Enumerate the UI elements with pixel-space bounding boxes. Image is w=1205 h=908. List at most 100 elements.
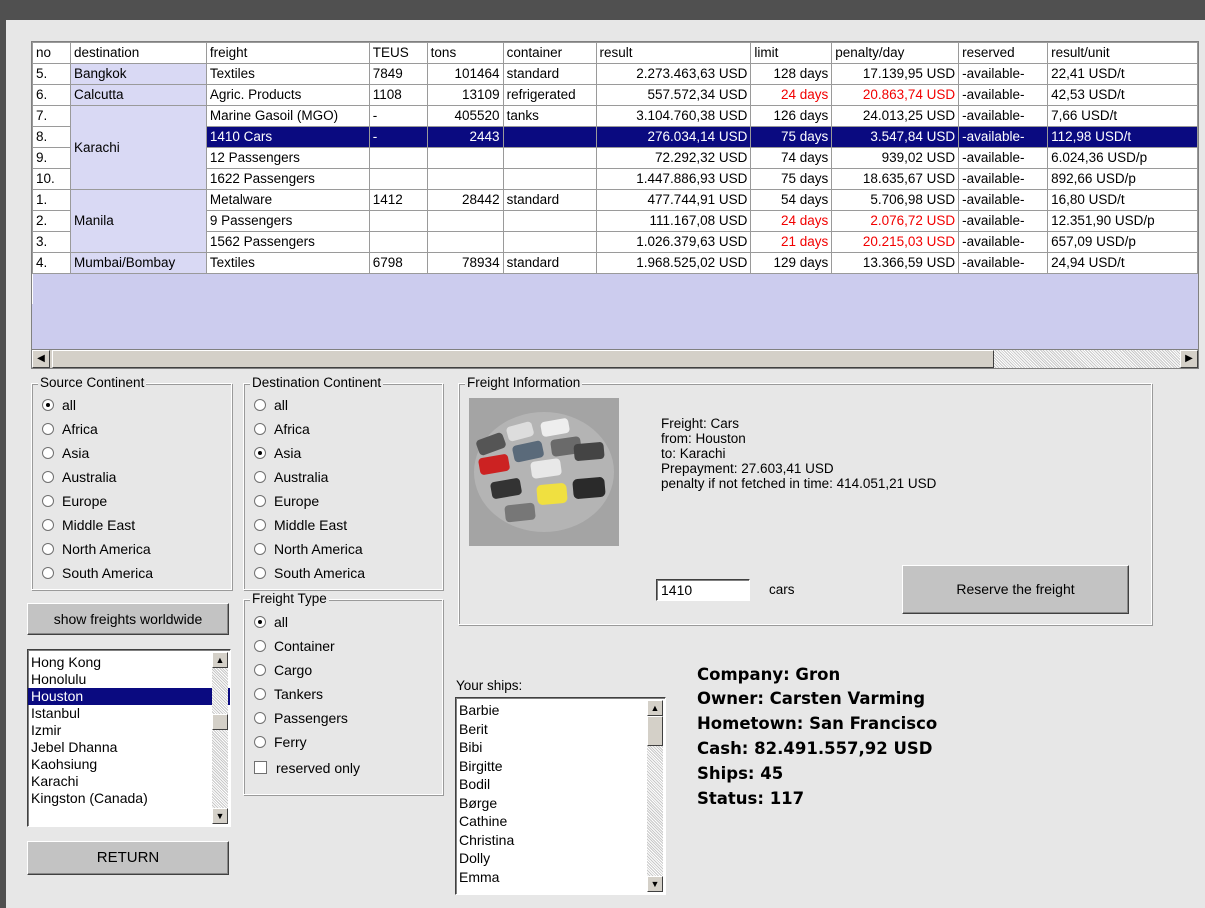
radio-button-icon[interactable] xyxy=(42,567,54,579)
radio-button-icon[interactable] xyxy=(42,447,54,459)
radio-button-icon[interactable] xyxy=(42,519,54,531)
table-row[interactable]: 6. Calcutta Agric. Products 1108 13109 refrig… xyxy=(32,84,1198,106)
source-continent-option-south-america[interactable]: South America xyxy=(42,563,153,583)
scroll-thumb[interactable] xyxy=(52,350,994,368)
column-header[interactable]: result/unit xyxy=(1047,42,1198,64)
list-item[interactable]: Kaohsiung xyxy=(28,756,230,773)
list-item[interactable]: Cathine xyxy=(456,812,665,831)
list-item[interactable]: Birgitte xyxy=(456,757,665,776)
column-header[interactable]: tons xyxy=(426,42,504,64)
table-row[interactable]: 5. Bangkok Textiles 7849 101464 standard 2.273… xyxy=(32,63,1198,85)
source-continent-option-asia[interactable]: Asia xyxy=(42,443,89,463)
ships-list-scrollbar[interactable]: ▲ ▼ xyxy=(647,700,663,892)
radio-button-icon[interactable] xyxy=(254,664,266,676)
destination-continent-option-north-america[interactable]: North America xyxy=(254,539,363,559)
port-list-scrollbar[interactable]: ▲ ▼ xyxy=(212,652,228,824)
radio-button-icon[interactable] xyxy=(254,567,266,579)
list-item[interactable]: Izmir xyxy=(28,722,230,739)
scroll-up-arrow-icon[interactable]: ▲ xyxy=(212,652,228,668)
source-continent-option-africa[interactable]: Africa xyxy=(42,419,98,439)
freight-type-option-passengers[interactable]: Passengers xyxy=(254,708,348,728)
port-list[interactable]: Hong Kong Honolulu Houston Istanbul Izmir Jeb… xyxy=(27,649,231,827)
column-header[interactable]: reserved xyxy=(958,42,1049,64)
source-continent-option-middle-east[interactable]: Middle East xyxy=(42,515,135,535)
list-item[interactable]: Houston xyxy=(28,688,230,705)
radio-button-icon[interactable] xyxy=(42,399,54,411)
column-header[interactable]: result xyxy=(595,42,752,64)
column-header[interactable]: freight xyxy=(205,42,370,64)
list-item[interactable]: Berit xyxy=(456,720,665,739)
list-item[interactable]: Børge xyxy=(456,794,665,813)
list-item[interactable]: Barbie xyxy=(456,701,665,720)
show-freights-worldwide-button[interactable]: show freights worldwide xyxy=(27,603,229,635)
radio-button-icon[interactable] xyxy=(42,471,54,483)
destination-continent-option-all[interactable]: all xyxy=(254,395,288,415)
freight-type-option-ferry[interactable]: Ferry xyxy=(254,732,307,752)
table-row[interactable]: 4. Mumbai/Bombay Textiles 6798 78934 standard… xyxy=(32,252,1198,274)
list-item[interactable]: Istanbul xyxy=(28,705,230,722)
ships-list[interactable]: Barbie Berit Bibi Birgitte Bodil Børge Cathine… xyxy=(455,697,666,895)
list-item[interactable]: Bodil xyxy=(456,775,665,794)
list-item[interactable]: Emma xyxy=(456,868,665,887)
destination-continent-option-europe[interactable]: Europe xyxy=(254,491,319,511)
return-button[interactable]: RETURN xyxy=(27,841,229,875)
table-row[interactable]: 10. 1622 Passengers 1.447.886,93 USD 75 day… xyxy=(32,168,1198,190)
checkbox-icon[interactable] xyxy=(254,761,267,774)
radio-button-icon[interactable] xyxy=(254,447,266,459)
scroll-right-arrow-icon[interactable]: ▶ xyxy=(1180,350,1198,368)
column-header[interactable]: TEUS xyxy=(368,42,428,64)
destination-continent-option-asia[interactable]: Asia xyxy=(254,443,301,463)
reserved-only-checkbox[interactable]: reserved only xyxy=(254,758,360,778)
radio-button-icon[interactable] xyxy=(254,519,266,531)
source-continent-option-north-america[interactable]: North America xyxy=(42,539,151,559)
scroll-left-arrow-icon[interactable]: ◀ xyxy=(32,350,50,368)
quantity-input[interactable] xyxy=(656,579,750,601)
table-row[interactable]: 2. 9 Passengers 111.167,08 USD 24 days 2.076… xyxy=(32,210,1198,232)
column-header[interactable]: no xyxy=(32,42,71,64)
destination-continent-option-australia[interactable]: Australia xyxy=(254,467,328,487)
radio-button-icon[interactable] xyxy=(42,423,54,435)
freight-type-option-cargo[interactable]: Cargo xyxy=(254,660,312,680)
list-item[interactable]: Honolulu xyxy=(28,671,230,688)
freight-grid[interactable]: no destination freight TEUS tons container res… xyxy=(31,41,1199,369)
radio-button-icon[interactable] xyxy=(254,616,266,628)
grid-horizontal-scrollbar[interactable]: ◀ ▶ xyxy=(32,349,1198,368)
radio-button-icon[interactable] xyxy=(254,712,266,724)
scroll-down-arrow-icon[interactable]: ▼ xyxy=(212,808,228,824)
destination-continent-option-africa[interactable]: Africa xyxy=(254,419,310,439)
destination-continent-option-south-america[interactable]: South America xyxy=(254,563,365,583)
freight-type-option-all[interactable]: all xyxy=(254,612,288,632)
column-header[interactable]: penalty/day xyxy=(831,42,960,64)
source-continent-option-europe[interactable]: Europe xyxy=(42,491,107,511)
radio-button-icon[interactable] xyxy=(42,495,54,507)
radio-button-icon[interactable] xyxy=(254,471,266,483)
radio-button-icon[interactable] xyxy=(254,736,266,748)
radio-button-icon[interactable] xyxy=(254,399,266,411)
list-item[interactable]: Hong Kong xyxy=(28,654,230,671)
radio-button-icon[interactable] xyxy=(42,543,54,555)
freight-type-option-tankers[interactable]: Tankers xyxy=(254,684,323,704)
scroll-thumb[interactable] xyxy=(647,716,663,746)
scroll-up-arrow-icon[interactable]: ▲ xyxy=(647,700,663,716)
column-header[interactable]: destination xyxy=(69,42,207,64)
destination-continent-option-middle-east[interactable]: Middle East xyxy=(254,515,347,535)
table-row[interactable]: 7. Karachi Marine Gasoil (MGO) -405520 tanks… xyxy=(32,105,1198,190)
scroll-track[interactable] xyxy=(994,350,1180,368)
table-row[interactable]: 3. 1562 Passengers 1.026.379,63 USD 21 days… xyxy=(32,231,1198,253)
table-row[interactable]: 8. 1410 Cars -2443 276.034,14 USD 75 days 3.5… xyxy=(32,126,1198,148)
scroll-thumb[interactable] xyxy=(212,714,228,730)
column-header[interactable]: container xyxy=(502,42,597,64)
list-item[interactable]: Dolly xyxy=(456,849,665,868)
scroll-down-arrow-icon[interactable]: ▼ xyxy=(647,876,663,892)
radio-button-icon[interactable] xyxy=(254,640,266,652)
radio-button-icon[interactable] xyxy=(254,543,266,555)
radio-button-icon[interactable] xyxy=(254,423,266,435)
source-continent-option-australia[interactable]: Australia xyxy=(42,467,116,487)
source-continent-option-all[interactable]: all xyxy=(42,395,76,415)
list-item[interactable]: Karachi xyxy=(28,773,230,790)
column-header[interactable]: limit xyxy=(750,42,833,64)
radio-button-icon[interactable] xyxy=(254,688,266,700)
freight-type-option-container[interactable]: Container xyxy=(254,636,335,656)
list-item[interactable]: Jebel Dhanna xyxy=(28,739,230,756)
table-row[interactable]: 9. 12 Passengers 72.292,32 USD 74 days 939,0… xyxy=(32,147,1198,169)
